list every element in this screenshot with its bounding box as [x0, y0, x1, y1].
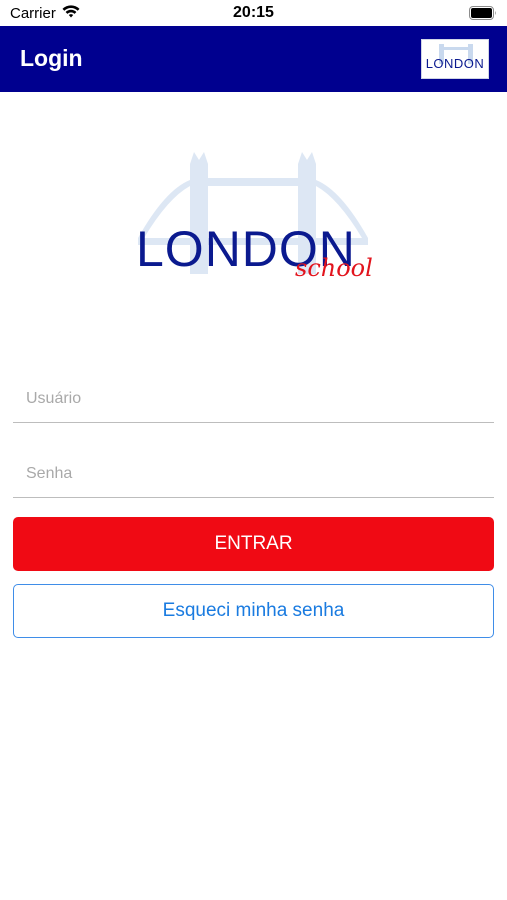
- status-bar: Carrier 20:15: [0, 0, 507, 26]
- login-screen: Carrier 20:15 Login LONDON LONDON school…: [0, 0, 507, 900]
- logo-script: school: [295, 254, 373, 282]
- forgot-password-label: Esqueci minha senha: [162, 600, 345, 621]
- forgot-password-button[interactable]: Esqueci minha senha: [13, 584, 494, 638]
- login-button[interactable]: ENTRAR: [13, 517, 494, 571]
- password-field: [13, 450, 494, 498]
- london-school-logo: LONDON school: [130, 140, 378, 290]
- page-title: Login: [20, 45, 83, 71]
- navigation-bar: Login LONDON: [0, 26, 507, 92]
- nav-logo-text: LONDON: [425, 56, 485, 71]
- nav-logo: LONDON: [421, 39, 489, 79]
- username-input[interactable]: [13, 375, 494, 422]
- clock: 20:15: [233, 4, 274, 21]
- password-input[interactable]: [13, 450, 494, 497]
- login-button-label: ENTRAR: [214, 533, 293, 554]
- username-field: [13, 375, 494, 423]
- battery-icon: [469, 6, 497, 20]
